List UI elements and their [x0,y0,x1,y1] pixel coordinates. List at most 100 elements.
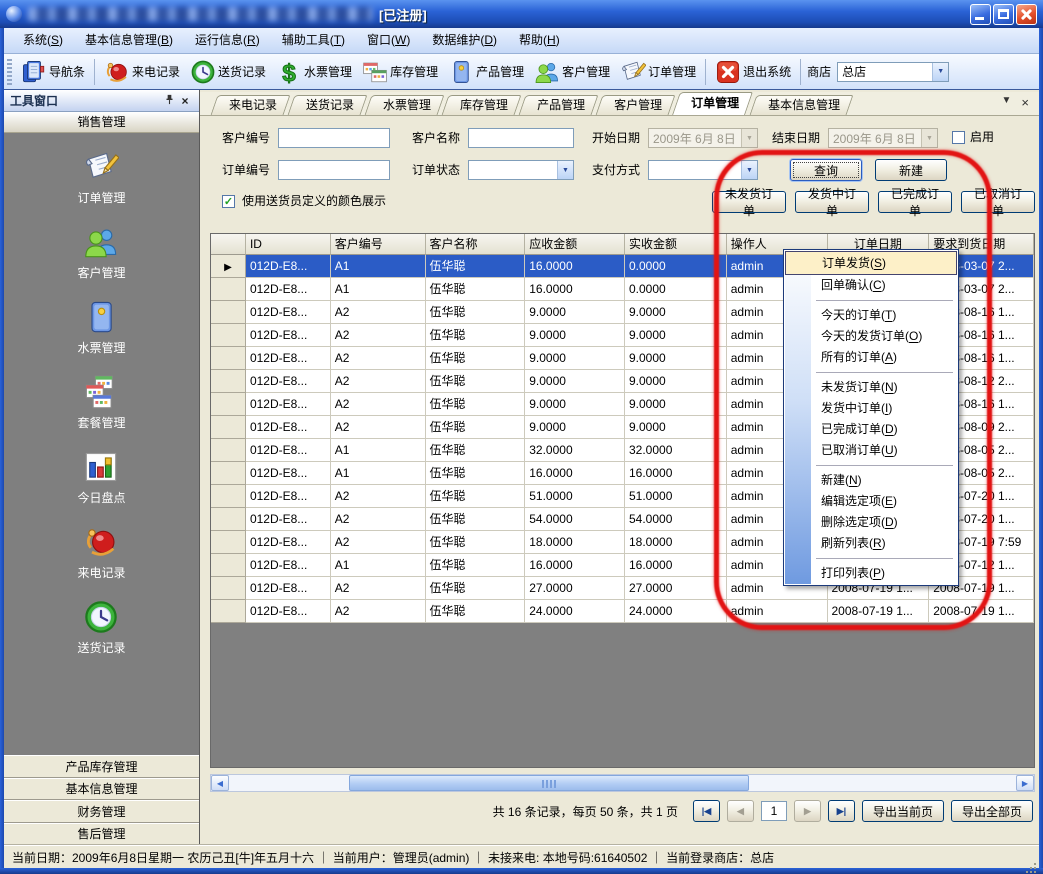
context-menu-item[interactable]: 删除选定项(D) [785,512,957,533]
pay-method-select[interactable]: ▼ [648,160,758,180]
order-status-select[interactable]: ▼ [468,160,574,180]
scrollbar-track[interactable] [229,775,1016,791]
toolbar-button[interactable]: 产品管理 [443,57,529,87]
menubar-item[interactable]: 运行信息(R) [184,28,271,53]
column-header[interactable]: ID [246,234,331,255]
status-filter-button[interactable]: 发货中订单 [795,191,869,213]
export-all-pages-button[interactable]: 导出全部页 [951,800,1033,822]
scroll-right-icon[interactable]: ▶ [1016,775,1034,791]
row-selector[interactable]: ▶ [211,416,246,439]
context-menu-item[interactable]: 未发货订单(N) [785,377,957,398]
tab[interactable]: 送货记录 [300,95,364,115]
sidebar-group-bar[interactable]: 财务管理 [4,800,199,823]
context-menu-item[interactable]: 订单发货(S) [785,251,957,275]
sidebar-group-bar[interactable]: 售后管理 [4,823,199,846]
page-number-input[interactable] [761,801,787,821]
toolbar-grip[interactable] [7,59,12,85]
color-display-checkbox[interactable]: ✓ [222,195,235,208]
context-menu-item[interactable]: 打印列表(P) [785,563,957,584]
tab[interactable]: 基本信息管理 [762,95,850,115]
pin-icon[interactable] [161,94,177,108]
customer-name-input[interactable] [468,128,574,148]
sidebar-item[interactable]: 订单管理 [77,149,125,206]
context-menu-item[interactable]: 刷新列表(R) [785,533,957,554]
menubar-item[interactable]: 辅助工具(T) [271,28,356,53]
status-filter-button[interactable]: 已取消订单 [961,191,1035,213]
customer-no-input[interactable] [278,128,390,148]
sidebar-group-bar[interactable]: 基本信息管理 [4,778,199,801]
context-menu-item[interactable]: 已取消订单(U) [785,440,957,461]
tab[interactable]: 来电记录 [223,95,287,115]
horizontal-scrollbar[interactable]: ◀ ▶ [210,774,1035,792]
tab[interactable]: 库存管理 [454,95,518,115]
query-button[interactable]: 查询 [790,159,862,181]
menubar-item[interactable]: 帮助(H) [508,28,571,53]
sidebar-item[interactable]: 套餐管理 [77,374,125,431]
row-selector[interactable]: ▶ [211,439,246,462]
enable-checkbox[interactable]: ✓ [952,131,965,144]
tab-close-icon[interactable]: × [1021,95,1029,110]
end-date-picker[interactable]: 2009年 6月 8日 ▼ [828,128,938,148]
table-row[interactable]: ▶ 012D-E8... A2 伍华聪 24.0000 24.0000 admi… [211,600,1034,623]
context-menu-item[interactable]: 今天的订单(T) [785,305,957,326]
row-selector[interactable]: ▶ [211,278,246,301]
maximize-button[interactable] [993,4,1014,25]
column-header[interactable]: 应收金额 [525,234,625,255]
row-selector[interactable]: ▶ [211,531,246,554]
tab[interactable]: 订单管理 [685,92,749,115]
scrollbar-thumb[interactable] [349,775,749,791]
row-selector[interactable]: ▶ [211,370,246,393]
menubar-item[interactable]: 系统(S) [12,28,74,53]
sidebar-group-sales[interactable]: 销售管理 [4,112,199,133]
sidebar-group-bar[interactable]: 产品库存管理 [4,755,199,778]
chevron-down-icon[interactable]: ▼ [932,63,948,81]
prev-page-button[interactable]: ◀ [727,800,754,822]
context-menu-item[interactable]: 新建(N) [785,470,957,491]
context-menu-item[interactable]: 发货中订单(I) [785,398,957,419]
row-selector[interactable]: ▶ [211,393,246,416]
status-filter-button[interactable]: 已完成订单 [878,191,952,213]
first-page-button[interactable]: |◀ [693,800,720,822]
sidebar-item[interactable]: 水票管理 [77,299,125,356]
row-selector[interactable]: ▶ [211,485,246,508]
scroll-left-icon[interactable]: ◀ [211,775,229,791]
column-header[interactable]: 客户名称 [426,234,526,255]
new-button[interactable]: 新建 [875,159,947,181]
sidebar-item[interactable]: 客户管理 [77,224,125,281]
minimize-button[interactable] [970,4,991,25]
shop-select[interactable]: 总店 ▼ [837,62,949,82]
row-selector[interactable]: ▶ [211,554,246,577]
toolbar-button[interactable]: 退出系统 [710,57,796,87]
close-button[interactable] [1016,4,1037,25]
row-selector[interactable]: ▶ [211,600,246,623]
toolbar-button[interactable]: 送货记录 [185,57,271,87]
next-page-button[interactable]: ▶ [794,800,821,822]
toolbar-button[interactable]: $ 水票管理 [271,57,357,87]
chevron-down-icon[interactable]: ▼ [557,161,573,179]
column-header[interactable] [211,234,246,255]
sidebar-item[interactable]: 送货记录 [77,599,125,656]
last-page-button[interactable]: ▶| [828,800,855,822]
toolbar-button[interactable]: 订单管理 [615,57,701,87]
tab-list-dropdown-icon[interactable]: ▼ [1002,95,1012,110]
menubar-item[interactable]: 窗口(W) [356,28,421,53]
toolbar-button[interactable]: 导航条 [16,57,90,87]
toolbar-button[interactable]: 库存管理 [357,57,443,87]
column-header[interactable]: 实收金额 [625,234,727,255]
context-menu-item[interactable]: 编辑选定项(E) [785,491,957,512]
context-menu-item[interactable]: 今天的发货订单(O) [785,326,957,347]
tab[interactable]: 水票管理 [377,95,441,115]
row-selector[interactable]: ▶ [211,577,246,600]
menubar-item[interactable]: 数据维护(D) [421,28,508,53]
menubar-item[interactable]: 基本信息管理(B) [74,28,184,53]
export-current-page-button[interactable]: 导出当前页 [862,800,944,822]
chevron-down-icon[interactable]: ▼ [741,161,757,179]
row-selector[interactable]: ▶ [211,324,246,347]
row-selector[interactable]: ▶ [211,301,246,324]
sidebar-item[interactable]: 今日盘点 [77,449,125,506]
toolbar-button[interactable]: 来电记录 [99,57,185,87]
row-selector[interactable]: ▶ [211,347,246,370]
sidebar-item[interactable]: 来电记录 [77,524,125,581]
row-selector[interactable]: ▶ [211,508,246,531]
column-header[interactable]: 客户编号 [331,234,426,255]
